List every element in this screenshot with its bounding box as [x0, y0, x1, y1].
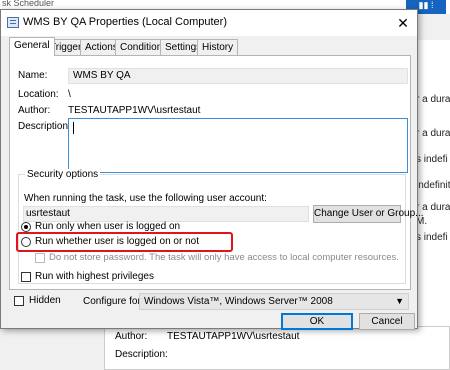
run-whether-radio[interactable]: [21, 237, 31, 247]
highest-privileges-label[interactable]: Run with highest privileges: [35, 271, 154, 282]
author-value: TESTAUTAPP1WV\usrtestaut: [68, 105, 201, 116]
background-description-label: Description:: [115, 349, 168, 360]
run-logged-on-radio[interactable]: [21, 222, 31, 232]
chevron-down-icon: ▼: [395, 296, 404, 306]
dialog-title: WMS BY QA Properties (Local Computer): [23, 16, 227, 28]
dialog-titlebar: WMS BY QA Properties (Local Computer) ✕: [1, 10, 417, 36]
description-field[interactable]: [68, 118, 408, 173]
background-text: s indefi: [416, 154, 448, 165]
ok-button[interactable]: OK: [281, 313, 353, 330]
name-field[interactable]: WMS BY QA: [68, 68, 408, 84]
properties-dialog: WMS BY QA Properties (Local Computer) ✕ …: [0, 9, 424, 330]
change-user-button[interactable]: Change User or Group...: [313, 205, 424, 223]
background-text: s indefi: [416, 232, 448, 243]
account-prompt: When running the task, use the following…: [24, 193, 267, 204]
close-button[interactable]: ✕: [389, 10, 417, 36]
tab-general[interactable]: General: [9, 37, 55, 56]
run-whether-label[interactable]: Run whether user is logged on or not: [35, 236, 199, 247]
configure-for-select[interactable]: Windows Vista™, Windows Server™ 2008 ▼: [139, 293, 409, 310]
tab-history[interactable]: History: [197, 39, 239, 55]
background-general-panel: Author: TESTAUTAPP1WV\usrtestaut Descrip…: [104, 326, 450, 370]
configure-for-label: Configure for:: [83, 296, 144, 307]
author-label: Author:: [18, 105, 51, 116]
hidden-checkbox[interactable]: [14, 296, 24, 306]
hidden-label[interactable]: Hidden: [29, 295, 61, 306]
location-label: Location:: [18, 89, 59, 100]
run-logged-on-label[interactable]: Run only when user is logged on: [35, 221, 180, 232]
name-label: Name:: [18, 70, 48, 81]
background-title: sk Scheduler: [2, 0, 55, 8]
no-store-password-checkbox[interactable]: [35, 253, 45, 263]
task-properties-icon: [7, 17, 19, 28]
no-store-password-label: Do not store password. The task will onl…: [49, 252, 399, 263]
background-author-label: Author:: [115, 331, 148, 342]
cancel-button[interactable]: Cancel: [359, 313, 415, 330]
text-caret: [73, 122, 74, 134]
configure-for-value: Windows Vista™, Windows Server™ 2008: [144, 296, 333, 307]
background-author-value: TESTAUTAPP1WV\usrtestaut: [167, 331, 300, 342]
background-text: r a dura: [416, 128, 450, 139]
user-account-field: usrtestaut: [23, 206, 309, 222]
location-value: \: [68, 89, 71, 100]
highest-privileges-checkbox[interactable]: [21, 272, 31, 282]
description-label: Description:: [18, 121, 71, 132]
background-text: r a dura: [416, 94, 450, 105]
background-text: indefinit: [416, 180, 450, 191]
security-options-title: Security options: [25, 169, 101, 180]
